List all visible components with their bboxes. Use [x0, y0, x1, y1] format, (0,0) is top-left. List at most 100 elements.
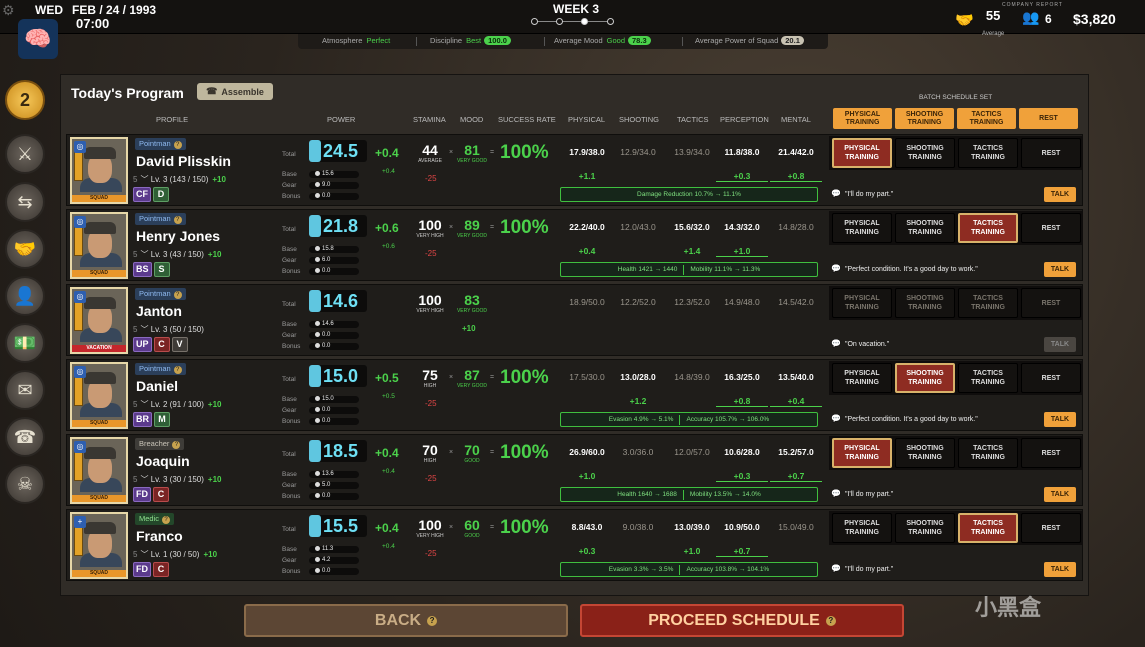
attr-tact: 13.9/34.0 [674, 147, 710, 157]
schedule-option[interactable]: REST [1021, 213, 1081, 243]
schedule-option[interactable]: PHYSICAL TRAINING [832, 363, 892, 393]
trait-badge[interactable]: D [153, 187, 169, 202]
class-badge: Pointman? [135, 363, 186, 375]
schedule-option[interactable]: TACTICS TRAINING [958, 213, 1018, 243]
schedule-option[interactable]: SHOOTING TRAINING [895, 513, 955, 543]
mood-value: 70 GOOD [464, 442, 480, 464]
assemble-button[interactable]: ☎ Assemble [197, 83, 273, 100]
skull-icon[interactable]: ☠ [5, 464, 45, 504]
talk-button[interactable]: TALK [1044, 337, 1076, 352]
schedule-option[interactable]: REST [1021, 513, 1081, 543]
power-bonus: 0.0 [315, 193, 330, 199]
schedule-option[interactable]: TACTICS TRAINING [958, 513, 1018, 543]
soldier-quote: "Perfect condition. It's a good day to w… [831, 264, 978, 273]
brain-icon[interactable]: 🧠 [18, 19, 58, 59]
schedule-option[interactable]: PHYSICAL TRAINING [832, 438, 892, 468]
soldier-icon[interactable]: 👤 [5, 276, 45, 316]
schedule-option[interactable]: SHOOTING TRAINING [895, 438, 955, 468]
schedule-option[interactable]: PHYSICAL TRAINING [832, 288, 892, 318]
trait-badge[interactable]: C [153, 487, 169, 502]
power-gain: +0.6 [382, 243, 395, 250]
schedule-option[interactable]: REST [1021, 363, 1081, 393]
soldier-portrait[interactable]: ◎ SQUAD [70, 362, 128, 429]
soldier-portrait[interactable]: + SQUAD [70, 512, 128, 579]
schedule-option[interactable]: SHOOTING TRAINING [895, 213, 955, 243]
talk-button[interactable]: TALK [1044, 487, 1076, 502]
gear-icon[interactable]: ⚙ [2, 2, 15, 19]
schedule-option[interactable]: PHYSICAL TRAINING [832, 138, 892, 168]
weekday: WED [35, 3, 63, 17]
crossed-tools-icon[interactable]: ⚔ [5, 134, 45, 174]
page-title: Today's Program [71, 85, 184, 101]
batch-tactics-button[interactable]: TACTICS TRAINING [957, 108, 1016, 129]
help-icon[interactable]: ? [173, 141, 182, 149]
trait-badge[interactable]: V [171, 337, 188, 352]
schedule-option[interactable]: TACTICS TRAINING [958, 288, 1018, 318]
batch-shooting-button[interactable]: SHOOTING TRAINING [895, 108, 954, 129]
help-icon[interactable]: ? [173, 366, 182, 374]
trait-badge[interactable]: M [154, 412, 170, 427]
talk-button[interactable]: TALK [1044, 562, 1076, 577]
schedule-option[interactable]: REST [1021, 138, 1081, 168]
batch-physical-button[interactable]: PHYSICAL TRAINING [833, 108, 892, 129]
help-icon[interactable]: ? [825, 615, 836, 626]
level-badge [74, 151, 83, 181]
trait-badge[interactable]: S [153, 262, 170, 277]
stamina-value: 100 VERY HIGH [416, 292, 444, 314]
schedule-option[interactable]: REST [1021, 438, 1081, 468]
schedule-option[interactable]: TACTICS TRAINING [958, 363, 1018, 393]
help-icon[interactable]: ? [427, 615, 438, 626]
soldier-portrait[interactable]: ◎ SQUAD [70, 137, 128, 204]
total-label: Total [282, 301, 296, 308]
schedule-option[interactable]: REST [1021, 288, 1081, 318]
soldier-quote: "I'll do my part." [831, 489, 893, 498]
route-icon[interactable]: ⇆ [5, 182, 45, 222]
soldier-portrait[interactable]: ◎ VACATION [70, 287, 128, 354]
trait-badge[interactable]: FD [133, 562, 151, 577]
mail-icon[interactable]: ✉ [5, 370, 45, 410]
schedule-option[interactable]: SHOOTING TRAINING [895, 363, 955, 393]
talk-button[interactable]: TALK [1044, 412, 1076, 427]
soldier-portrait[interactable]: ◎ SQUAD [70, 437, 128, 504]
timer-icon[interactable]: 2 [5, 80, 45, 120]
schedule-option[interactable]: PHYSICAL TRAINING [832, 513, 892, 543]
trait-badge[interactable]: FD [133, 487, 151, 502]
trait-badge[interactable]: C [153, 562, 169, 577]
trait-list: FD C [133, 487, 169, 502]
attr-tact: 15.6/32.0 [674, 222, 710, 232]
schedule-option[interactable]: SHOOTING TRAINING [895, 138, 955, 168]
phone-icon[interactable]: ☎ [5, 417, 45, 457]
schedule-option[interactable]: PHYSICAL TRAINING [832, 213, 892, 243]
help-icon[interactable]: ? [172, 441, 181, 449]
average-rating[interactable]: 55 Average [982, 9, 1004, 40]
date: FEB / 24 / 1993 [72, 3, 157, 17]
attr-delta-perc: +1.0 [716, 246, 768, 257]
talk-button[interactable]: TALK [1044, 262, 1076, 277]
attr-delta-phys: +1.1 [578, 171, 596, 181]
batch-rest-button[interactable]: REST [1019, 108, 1078, 129]
handshake-menu-icon[interactable]: 🤝 [5, 229, 45, 269]
trait-badge[interactable]: UP [133, 337, 152, 352]
trait-badge[interactable]: BR [133, 412, 152, 427]
talk-button[interactable]: TALK [1044, 187, 1076, 202]
trait-badge[interactable]: CF [133, 187, 151, 202]
attr-perc: 16.3/25.0 [724, 372, 760, 382]
power-gain: +0.4 [382, 468, 395, 475]
soldier-portrait[interactable]: ◎ SQUAD [70, 212, 128, 279]
equals-icon: = [490, 524, 495, 531]
back-button[interactable]: BACK? [244, 604, 568, 637]
proceed-schedule-button[interactable]: PROCEED SCHEDULE? [580, 604, 904, 637]
trait-badge[interactable]: BS [133, 262, 152, 277]
help-icon[interactable]: ? [173, 216, 182, 224]
schedule-option[interactable]: SHOOTING TRAINING [895, 288, 955, 318]
status-tag: SQUAD [72, 195, 126, 202]
power-total: 18.5 [309, 440, 367, 462]
help-icon[interactable]: ? [162, 516, 171, 524]
help-icon[interactable]: ? [173, 291, 182, 299]
trait-badge[interactable]: C [153, 337, 170, 352]
success-rate: 100% [500, 367, 549, 388]
schedule-option[interactable]: TACTICS TRAINING [958, 438, 1018, 468]
money-icon[interactable]: 💵 [5, 323, 45, 363]
schedule-option[interactable]: TACTICS TRAINING [958, 138, 1018, 168]
base-label: Base [282, 171, 297, 178]
